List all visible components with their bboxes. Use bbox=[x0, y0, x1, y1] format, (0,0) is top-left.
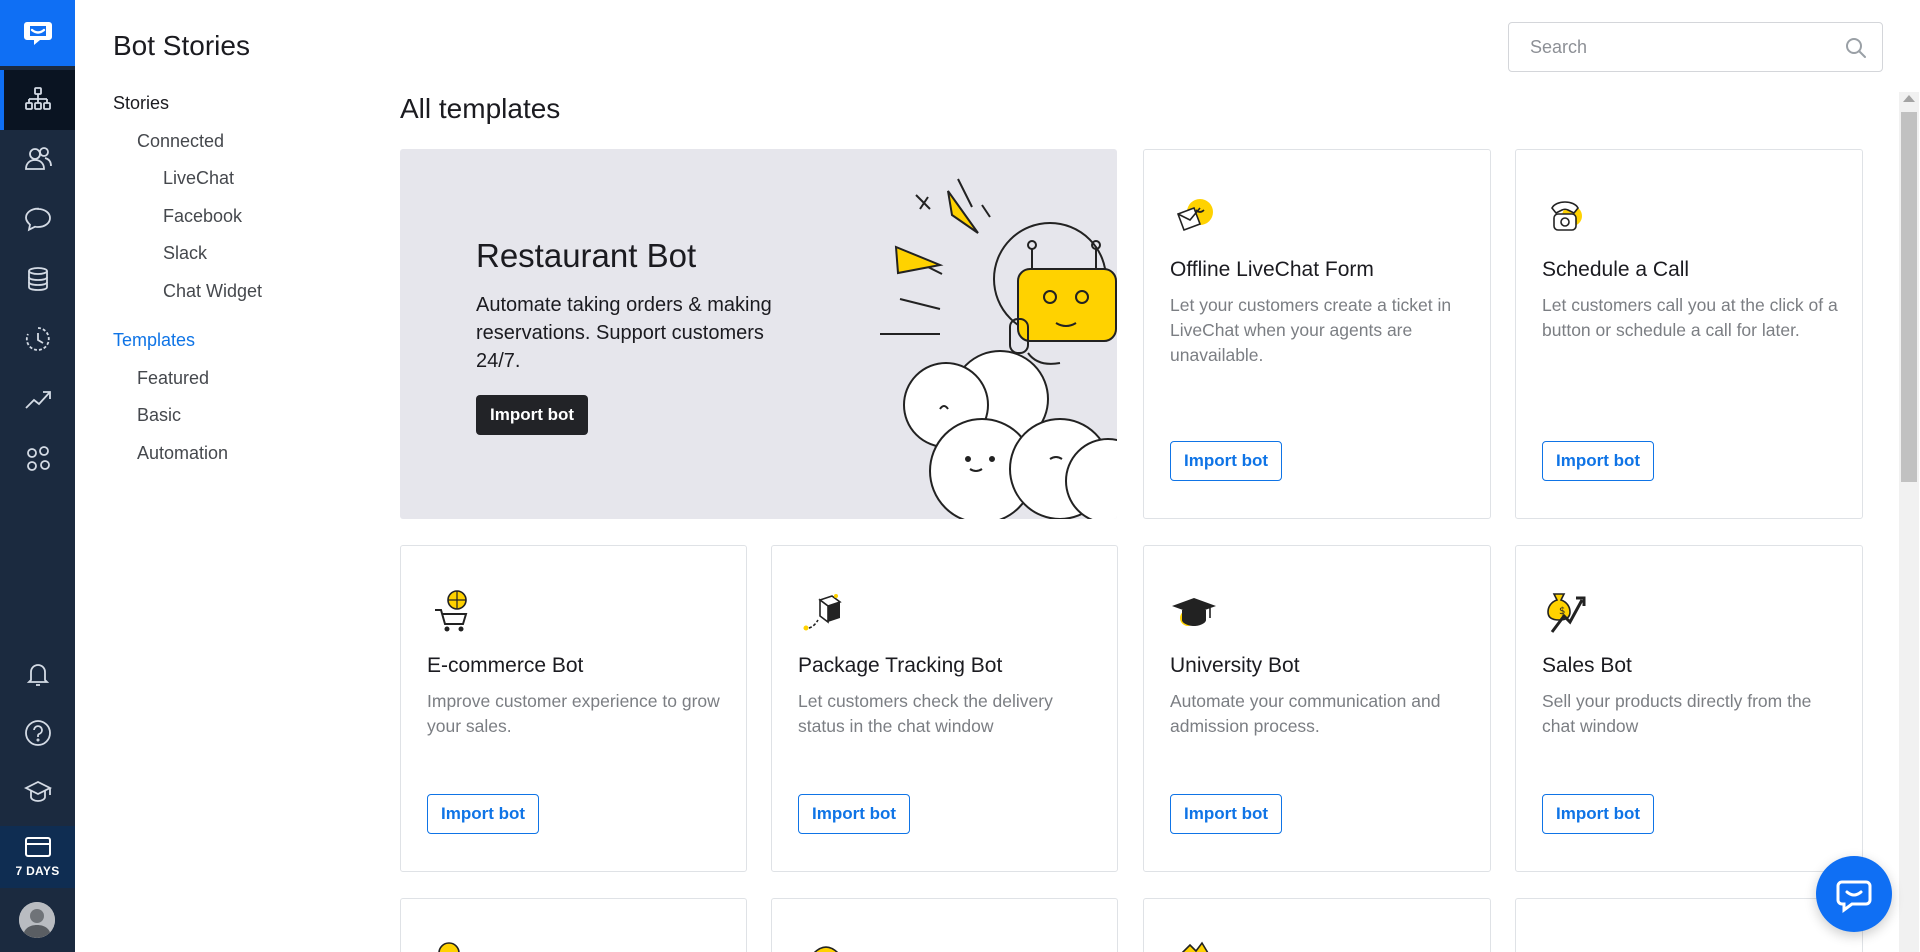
nav-stories[interactable]: Stories bbox=[113, 93, 169, 114]
page-title: Bot Stories bbox=[113, 30, 250, 61]
hero-title: Restaurant Bot bbox=[476, 237, 697, 274]
nav-notifications[interactable] bbox=[0, 644, 75, 704]
nav-basic[interactable]: Basic bbox=[137, 405, 181, 426]
template-card[interactable] bbox=[771, 898, 1118, 952]
import-bot-button[interactable]: Import bot bbox=[1542, 441, 1655, 481]
nav-academy[interactable] bbox=[0, 762, 75, 822]
scrollbar-thumb[interactable] bbox=[1901, 112, 1917, 482]
nav-users[interactable] bbox=[0, 129, 75, 189]
chat-icon bbox=[24, 207, 51, 232]
envelope-icon bbox=[1176, 199, 1213, 232]
trial-badge[interactable]: 7 DAYS bbox=[0, 826, 75, 888]
nav-chats[interactable] bbox=[0, 189, 75, 249]
import-bot-button[interactable]: Import bot bbox=[1170, 441, 1283, 481]
user-avatar-icon bbox=[19, 902, 55, 938]
import-bot-button[interactable]: Import bot bbox=[427, 794, 540, 834]
template-card[interactable] bbox=[1143, 898, 1491, 952]
templates-heading: All templates bbox=[400, 93, 561, 124]
card-title: Package Tracking Bot bbox=[798, 654, 1003, 677]
search-input[interactable] bbox=[1530, 36, 1830, 58]
template-card-package-tracking[interactable]: Package Tracking Bot Let customers check… bbox=[771, 545, 1118, 872]
hero-card-restaurant-bot: Restaurant Bot Automate taking orders & … bbox=[400, 149, 1117, 519]
search-box[interactable] bbox=[1508, 22, 1883, 72]
card-title: University Bot bbox=[1170, 654, 1300, 677]
money-bag-icon: $ bbox=[1547, 593, 1586, 633]
trial-days-label: 7 DAYS bbox=[15, 864, 60, 878]
template-card[interactable] bbox=[400, 898, 747, 952]
credit-card-icon bbox=[24, 837, 51, 857]
chatbot-logo-icon bbox=[23, 22, 52, 45]
template-icon bbox=[438, 942, 460, 952]
hero-import-button[interactable]: Import bot bbox=[476, 395, 589, 435]
bell-icon bbox=[26, 664, 49, 686]
template-icon bbox=[813, 946, 839, 952]
nav-automation[interactable]: Automation bbox=[137, 443, 228, 464]
template-card[interactable] bbox=[1515, 898, 1863, 952]
import-bot-button[interactable]: Import bot bbox=[798, 794, 911, 834]
cart-icon bbox=[435, 590, 468, 632]
import-bot-button[interactable]: Import bot bbox=[1542, 794, 1655, 834]
app-root: 7 DAYS Bot Stories Stories Connected Liv… bbox=[0, 0, 1920, 952]
chat-bubble-icon bbox=[1836, 880, 1872, 913]
search-icon[interactable] bbox=[1844, 36, 1868, 60]
card-description: Let your customers create a ticket in Li… bbox=[1170, 295, 1452, 365]
card-description: Let customers check the delivery status … bbox=[798, 691, 1053, 736]
template-card-offline-form[interactable]: Offline LiveChat Form Let your customers… bbox=[1143, 149, 1491, 519]
card-title: Sales Bot bbox=[1542, 654, 1632, 677]
card-title: Offline LiveChat Form bbox=[1170, 258, 1374, 281]
hero-description: Automate taking orders & making reservat… bbox=[476, 294, 772, 372]
nav-livechat[interactable]: LiveChat bbox=[163, 168, 234, 189]
nav-connected[interactable]: Connected bbox=[137, 131, 224, 152]
template-card-schedule-call[interactable]: Schedule a Call Let customers call you a… bbox=[1515, 149, 1863, 519]
chat-widget-button[interactable] bbox=[1816, 856, 1892, 932]
left-rail: 7 DAYS bbox=[0, 0, 75, 952]
import-bot-button[interactable]: Import bot bbox=[1170, 794, 1283, 834]
nav-help[interactable] bbox=[0, 703, 75, 763]
nav-chat-widget[interactable]: Chat Widget bbox=[163, 281, 262, 302]
nav-data[interactable] bbox=[0, 249, 75, 309]
integrations-icon bbox=[26, 446, 50, 471]
users-icon bbox=[24, 147, 52, 170]
academy-icon bbox=[23, 780, 52, 802]
nav-integrations[interactable] bbox=[0, 429, 75, 489]
scroll-up-arrow-icon[interactable] bbox=[1903, 95, 1915, 102]
nav-facebook[interactable]: Facebook bbox=[163, 206, 242, 227]
reports-icon bbox=[24, 391, 51, 409]
card-description: Improve customer experience to grow your… bbox=[427, 691, 720, 736]
secondary-nav: Bot Stories Stories Connected LiveChat F… bbox=[75, 0, 375, 952]
nav-history[interactable] bbox=[0, 309, 75, 369]
template-icon bbox=[1181, 941, 1209, 952]
package-icon bbox=[803, 594, 842, 631]
card-title: E-commerce Bot bbox=[427, 654, 584, 677]
nav-templates[interactable]: Templates bbox=[113, 330, 195, 351]
avatar[interactable] bbox=[19, 902, 55, 938]
chatbot-logo[interactable] bbox=[0, 0, 75, 66]
restaurant-bot-illustration-icon bbox=[880, 178, 1117, 519]
history-icon bbox=[25, 327, 50, 351]
phone-icon bbox=[1551, 201, 1582, 231]
template-card-sales[interactable]: $ Sales Bot Sell your products directly … bbox=[1515, 545, 1863, 872]
template-card-ecommerce[interactable]: E-commerce Bot Improve customer experien… bbox=[400, 545, 747, 872]
card-description: Let customers call you at the click of a… bbox=[1542, 295, 1838, 340]
bot-stories-icon bbox=[24, 87, 51, 110]
nav-slack[interactable]: Slack bbox=[163, 243, 207, 264]
nav-reports[interactable] bbox=[0, 369, 75, 429]
card-title: Schedule a Call bbox=[1542, 258, 1690, 281]
graduation-cap-icon bbox=[1172, 598, 1216, 626]
database-icon bbox=[27, 267, 48, 291]
help-icon bbox=[24, 720, 51, 746]
nav-featured[interactable]: Featured bbox=[137, 368, 209, 389]
card-description: Sell your products directly from the cha… bbox=[1542, 691, 1812, 736]
nav-bot-stories[interactable] bbox=[0, 70, 75, 130]
card-description: Automate your communication and admissio… bbox=[1170, 691, 1441, 736]
template-card-university[interactable]: University Bot Automate your communicati… bbox=[1143, 545, 1491, 872]
